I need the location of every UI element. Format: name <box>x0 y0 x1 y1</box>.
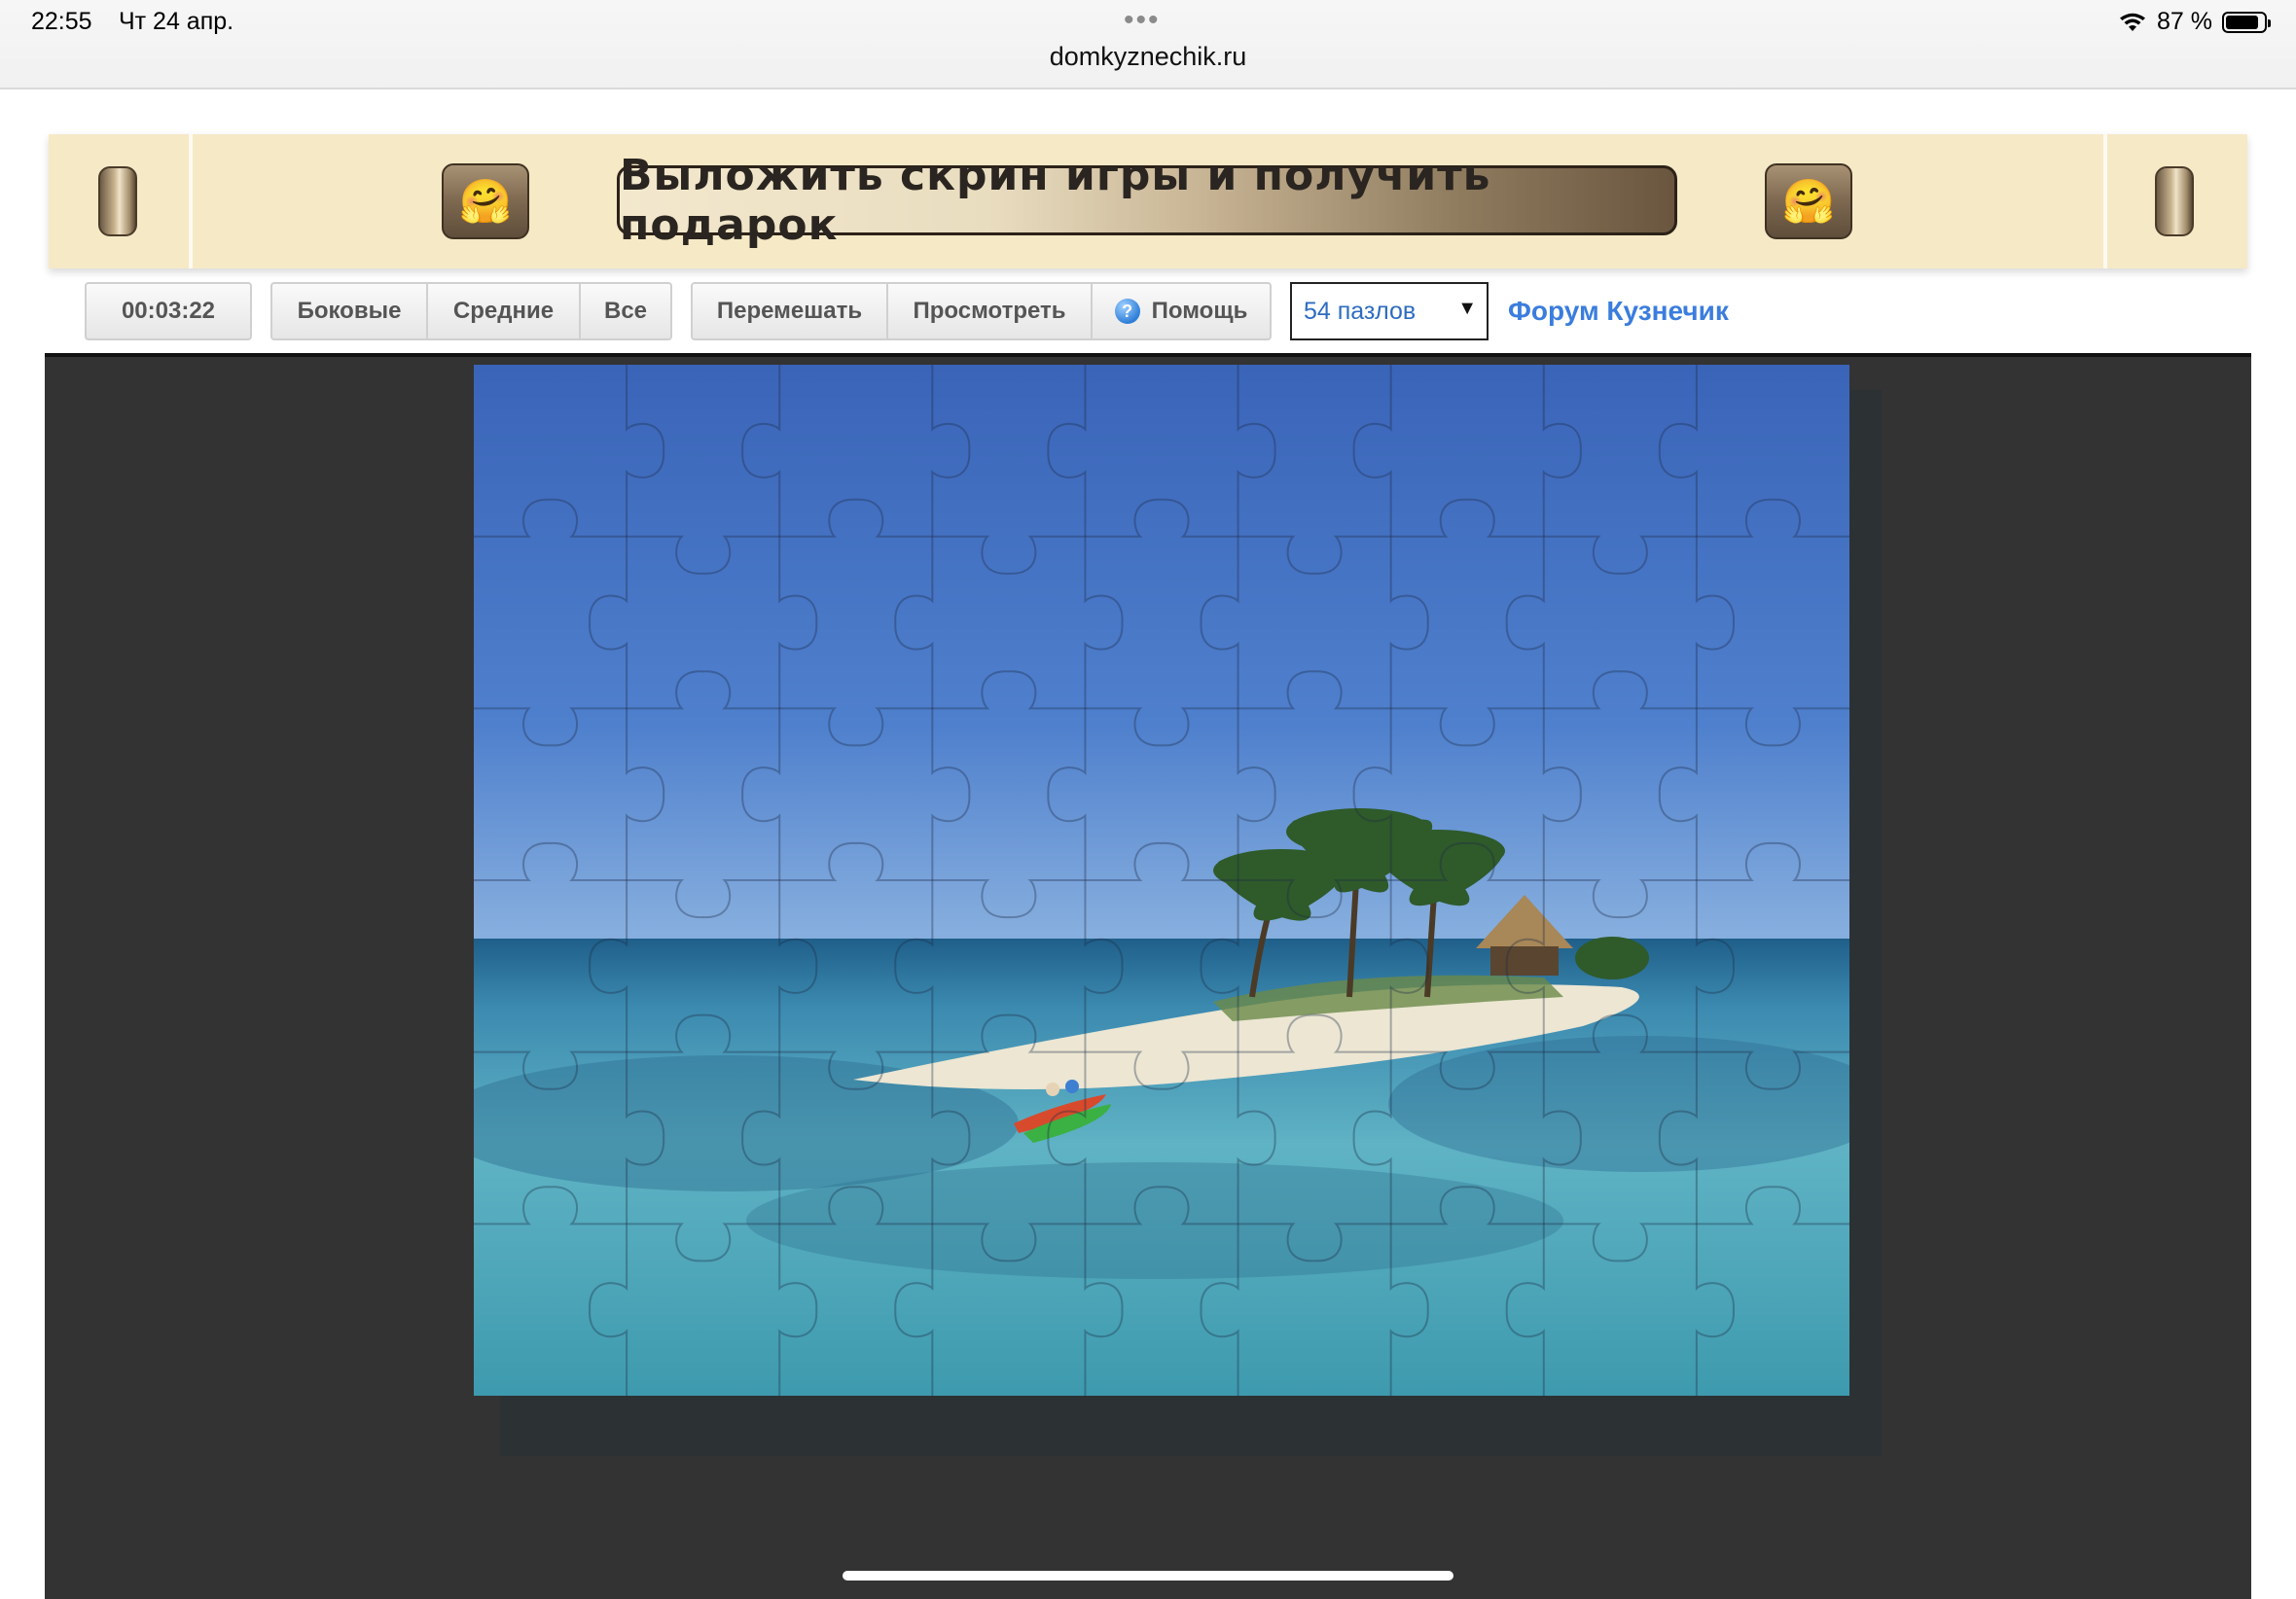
banner-right-pill <box>2155 166 2194 236</box>
address-bar[interactable]: domkyznechik.ru <box>0 42 2296 72</box>
multitasking-dots-icon[interactable]: ••• <box>1124 4 1161 37</box>
banner-divider <box>189 134 193 268</box>
post-screenshot-button[interactable]: Выложить скрин игры и получить подарок <box>617 151 1677 250</box>
banner-left-pill <box>98 166 137 236</box>
piece-filter-group: Боковые Средние Все <box>270 282 672 340</box>
all-pieces-button[interactable]: Все <box>579 284 670 338</box>
middle-pieces-button[interactable]: Средние <box>426 284 579 338</box>
url-text: domkyznechik.ru <box>1049 42 1247 71</box>
help-label: Помощь <box>1151 298 1248 324</box>
game-toolbar: 00:03:22 Боковые Средние Все Перемешать … <box>0 280 2296 344</box>
puzzle-image[interactable] <box>474 365 1849 1396</box>
status-bar: 22:55 Чт 24 апр. ••• domkyznechik.ru 87 … <box>0 0 2296 89</box>
help-button[interactable]: ? Помощь <box>1091 284 1270 338</box>
dropdown-caret-icon: ▼ <box>1457 298 1477 319</box>
game-board <box>45 353 2251 1599</box>
puzzle-svg <box>474 365 1849 1396</box>
status-time: 22:55 <box>31 8 92 35</box>
battery-icon <box>2222 11 2271 33</box>
status-date: Чт 24 апр. <box>119 8 234 35</box>
hugging-face-icon[interactable]: 🤗 <box>1765 163 1852 239</box>
help-icon: ? <box>1114 299 1140 324</box>
edge-pieces-button[interactable]: Боковые <box>272 284 426 338</box>
promo-banner: 🤗 Выложить скрин игры и получить подарок… <box>49 134 2247 268</box>
shuffle-button[interactable]: Перемешать <box>693 284 886 338</box>
forum-link[interactable]: Форум Кузнечик <box>1508 296 1729 327</box>
hugging-face-icon[interactable]: 🤗 <box>442 163 529 239</box>
battery-percent: 87 % <box>2157 8 2212 35</box>
action-button-group: Перемешать Просмотреть ? Помощь <box>691 282 1272 340</box>
piece-count-value: 54 пазлов <box>1304 297 1417 325</box>
home-indicator <box>843 1571 1453 1581</box>
status-indicators: 87 % <box>2118 8 2271 36</box>
piece-count-select[interactable]: 54 пазлов ▼ <box>1290 282 1489 340</box>
banner-divider <box>2103 134 2107 268</box>
wifi-icon <box>2120 13 2146 31</box>
timer-display: 00:03:22 <box>121 298 216 324</box>
timer-box: 00:03:22 <box>85 282 252 340</box>
preview-button[interactable]: Просмотреть <box>886 284 1091 338</box>
